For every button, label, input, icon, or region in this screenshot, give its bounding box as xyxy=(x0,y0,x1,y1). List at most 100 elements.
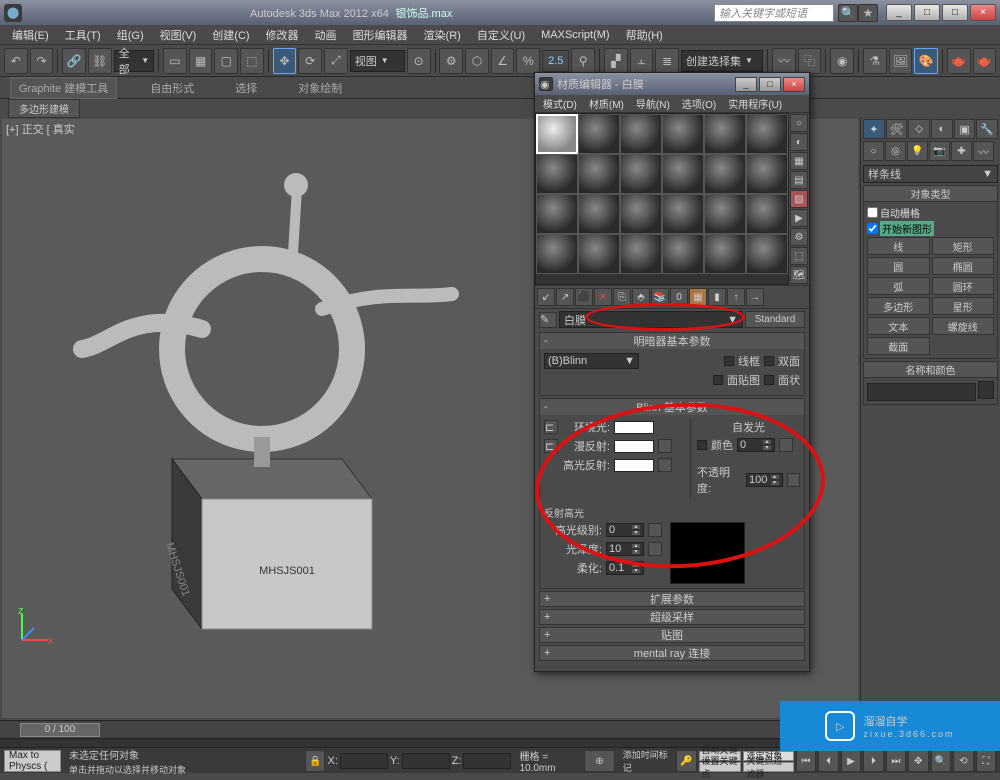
star-icon[interactable]: ★ xyxy=(858,4,878,22)
obj-donut[interactable]: 圆环 xyxy=(932,277,995,295)
transform-z-input[interactable] xyxy=(463,753,511,769)
obj-arc[interactable]: 弧 xyxy=(867,277,930,295)
undo-button[interactable]: ↶ xyxy=(4,48,28,74)
angle-snap-button[interactable]: ∠ xyxy=(491,48,515,74)
mat-id-icon[interactable]: 0 xyxy=(670,288,688,306)
snap-toggle-button[interactable]: ⬡ xyxy=(465,48,489,74)
mat-min-button[interactable]: _ xyxy=(735,77,757,92)
rollout-namecolor[interactable]: 名称和颜色 xyxy=(864,362,997,378)
sample-slot[interactable] xyxy=(662,114,704,154)
video-check-icon[interactable]: ▨ xyxy=(790,190,808,208)
nav-orbit-icon[interactable]: ⟲ xyxy=(953,750,973,772)
select-button[interactable]: ▭ xyxy=(163,48,187,74)
transform-x-input[interactable] xyxy=(340,753,388,769)
sample-slot[interactable] xyxy=(746,154,788,194)
mirror-button[interactable]: ▞ xyxy=(604,48,628,74)
get-material-icon[interactable]: ↙ xyxy=(537,288,555,306)
sub-lights-icon[interactable]: 💡 xyxy=(907,141,928,161)
render-setup-button[interactable]: ⚗ xyxy=(863,48,887,74)
setkey-button[interactable]: 设置关键点 xyxy=(699,762,742,772)
select-name-button[interactable]: ▦ xyxy=(189,48,213,74)
mat-close-button[interactable]: × xyxy=(783,77,805,92)
sample-uv-icon[interactable]: ▤ xyxy=(790,171,808,189)
object-color-swatch[interactable] xyxy=(978,381,994,399)
menu-group[interactable]: 组(G) xyxy=(109,25,152,45)
cmd-modify-icon[interactable]: 🛠 xyxy=(886,119,908,139)
cmd-create-icon[interactable]: ✦ xyxy=(863,119,885,139)
menu-customize[interactable]: 自定义(U) xyxy=(469,25,533,45)
sample-slot[interactable] xyxy=(578,114,620,154)
layer-button[interactable]: ≣ xyxy=(655,48,679,74)
obj-ellipse[interactable]: 椭圆 xyxy=(932,257,995,275)
cmd-util-icon[interactable]: 🔧 xyxy=(976,119,998,139)
specular-map-button[interactable] xyxy=(658,458,672,472)
mat-menu-material[interactable]: 材质(M) xyxy=(583,95,630,112)
ribbon-paint[interactable]: 对象绘制 xyxy=(290,78,350,98)
sample-slot[interactable] xyxy=(620,114,662,154)
teapot-render-button[interactable]: 🫖 xyxy=(947,48,971,74)
mat-map-nav-icon[interactable]: 🗺 xyxy=(790,266,808,284)
mat-menu-util[interactable]: 实用程序(U) xyxy=(722,95,788,112)
menu-rendering[interactable]: 渲染(R) xyxy=(416,25,469,45)
snap-settings-button[interactable]: ⚲ xyxy=(571,48,595,74)
menu-tools[interactable]: 工具(T) xyxy=(57,25,109,45)
assign-sel-icon[interactable]: ⬛ xyxy=(575,288,593,306)
sub-geometry-icon[interactable]: ○ xyxy=(863,141,884,161)
mat-menu-nav[interactable]: 导航(N) xyxy=(630,95,676,112)
help-search-input[interactable]: 输入关键字或短语 xyxy=(714,4,834,22)
sample-slot[interactable] xyxy=(746,234,788,274)
rollout-shader-basic[interactable]: -明暗器基本参数 xyxy=(540,333,804,349)
sample-slot[interactable] xyxy=(620,234,662,274)
ambient-swatch[interactable] xyxy=(614,421,654,434)
pivot-button[interactable]: ⊙ xyxy=(407,48,431,74)
minimize-button[interactable]: _ xyxy=(886,4,912,21)
window-crossing-button[interactable]: ⬚ xyxy=(240,48,264,74)
goto-start-icon[interactable]: ⏮ xyxy=(796,750,816,772)
cmd-motion-icon[interactable]: ◐ xyxy=(931,119,953,139)
sample-slot-0[interactable] xyxy=(536,114,578,154)
rotate-button[interactable]: ⟳ xyxy=(298,48,322,74)
transform-y-input[interactable] xyxy=(402,753,450,769)
put-scene-icon[interactable]: ↗ xyxy=(556,288,574,306)
named-sel-dropdown[interactable]: 创建选择集▼ xyxy=(681,50,763,72)
spec-level-spinner[interactable]: 0▴▾ xyxy=(606,523,644,537)
selection-filter-dropdown[interactable]: 全部▼ xyxy=(114,50,155,72)
si-color-checkbox[interactable] xyxy=(697,440,707,450)
mat-menu-opts[interactable]: 选项(O) xyxy=(676,95,722,112)
ambient-lock-icon[interactable]: ⊏ xyxy=(544,420,558,434)
shader-dropdown[interactable]: (B)Blinn▼ xyxy=(544,353,639,369)
show-map-icon[interactable]: ▦ xyxy=(689,288,707,306)
sample-slot[interactable] xyxy=(536,234,578,274)
time-slider[interactable]: 0 / 100 xyxy=(20,723,100,737)
restore-button[interactable]: □ xyxy=(914,4,940,21)
specular-swatch[interactable] xyxy=(614,459,654,472)
sample-slot[interactable] xyxy=(536,154,578,194)
next-frame-icon[interactable]: ⏵ xyxy=(863,750,883,772)
rollout-maps[interactable]: +贴图 xyxy=(539,627,805,643)
manipulate-button[interactable]: ⚙ xyxy=(439,48,463,74)
gloss-map-button[interactable] xyxy=(648,542,662,556)
diffuse-map-button[interactable] xyxy=(658,439,672,453)
nav-zoom-icon[interactable]: 🔍 xyxy=(931,750,951,772)
rollout-blinn-basic[interactable]: -Blinn 基本参数 xyxy=(540,399,804,415)
obj-star[interactable]: 星形 xyxy=(932,297,995,315)
rollout-supersample[interactable]: +超级采样 xyxy=(539,609,805,625)
go-sibling-icon[interactable]: → xyxy=(746,288,764,306)
tab-polymodeling[interactable]: 多边形建模 xyxy=(8,99,80,118)
align-button[interactable]: ⫠ xyxy=(630,48,654,74)
select-region-button[interactable]: ▢ xyxy=(214,48,238,74)
sample-slot[interactable] xyxy=(536,194,578,234)
unlink-button[interactable]: ⛓ xyxy=(88,48,112,74)
menu-edit[interactable]: 编辑(E) xyxy=(4,25,57,45)
reset-icon[interactable]: ✕ xyxy=(594,288,612,306)
ribbon-selection[interactable]: 选择 xyxy=(227,78,265,98)
selfillum-spinner[interactable]: 0▴▾ xyxy=(737,438,775,452)
move-button[interactable]: ✥ xyxy=(273,48,297,74)
menu-view[interactable]: 视图(V) xyxy=(152,25,205,45)
curve-editor-button[interactable]: 〰 xyxy=(772,48,796,74)
sample-slot[interactable] xyxy=(704,234,746,274)
cmd-display-icon[interactable]: ▣ xyxy=(954,119,976,139)
goto-end-icon[interactable]: ⏭ xyxy=(886,750,906,772)
sub-shapes-icon[interactable]: ◎ xyxy=(885,141,906,161)
sample-slot[interactable] xyxy=(704,194,746,234)
